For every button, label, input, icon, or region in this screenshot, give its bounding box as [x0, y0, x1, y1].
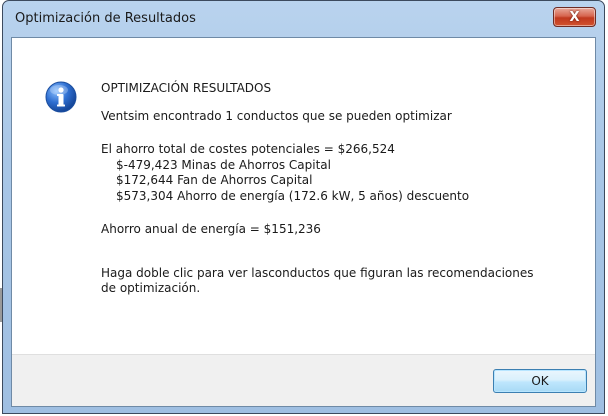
message-heading: OPTIMIZACIÓN RESULTADOS	[101, 81, 272, 95]
message-hint-line1: Haga doble clic para ver lasconductos qu…	[101, 265, 534, 280]
message-detail-energy: $573,304 Ahorro de energía (172.6 kW, 5 …	[116, 188, 470, 203]
message-line-conduits: Ventsim encontrado 1 conductos que se pu…	[101, 108, 452, 123]
info-icon	[45, 81, 77, 113]
close-button[interactable]: X	[553, 7, 596, 27]
window-title: Optimización de Resultados	[15, 11, 196, 26]
message-detail-mines: $-479,423 Minas de Ahorros Capital	[116, 157, 331, 172]
close-icon: X	[569, 9, 580, 25]
message-annual-savings: Ahorro anual de energía = $151,236	[101, 222, 321, 236]
message-total-savings: El ahorro total de costes potenciales = …	[101, 142, 395, 156]
message-body: OPTIMIZACIÓN RESULTADOS Ventsim encontra…	[101, 81, 571, 297]
message-hint-line2: de optimización.	[101, 281, 201, 295]
ok-button[interactable]: OK	[493, 369, 587, 393]
title-bar[interactable]: Optimización de Resultados X	[3, 1, 604, 35]
dialog-content: OPTIMIZACIÓN RESULTADOS Ventsim encontra…	[11, 37, 596, 407]
dialog-window: Optimización de Resultados X OPTIMIZACIÓ…	[2, 0, 605, 414]
button-bar: OK	[12, 354, 595, 406]
message-detail-fan: $172,644 Fan de Ahorros Capital	[116, 173, 313, 187]
